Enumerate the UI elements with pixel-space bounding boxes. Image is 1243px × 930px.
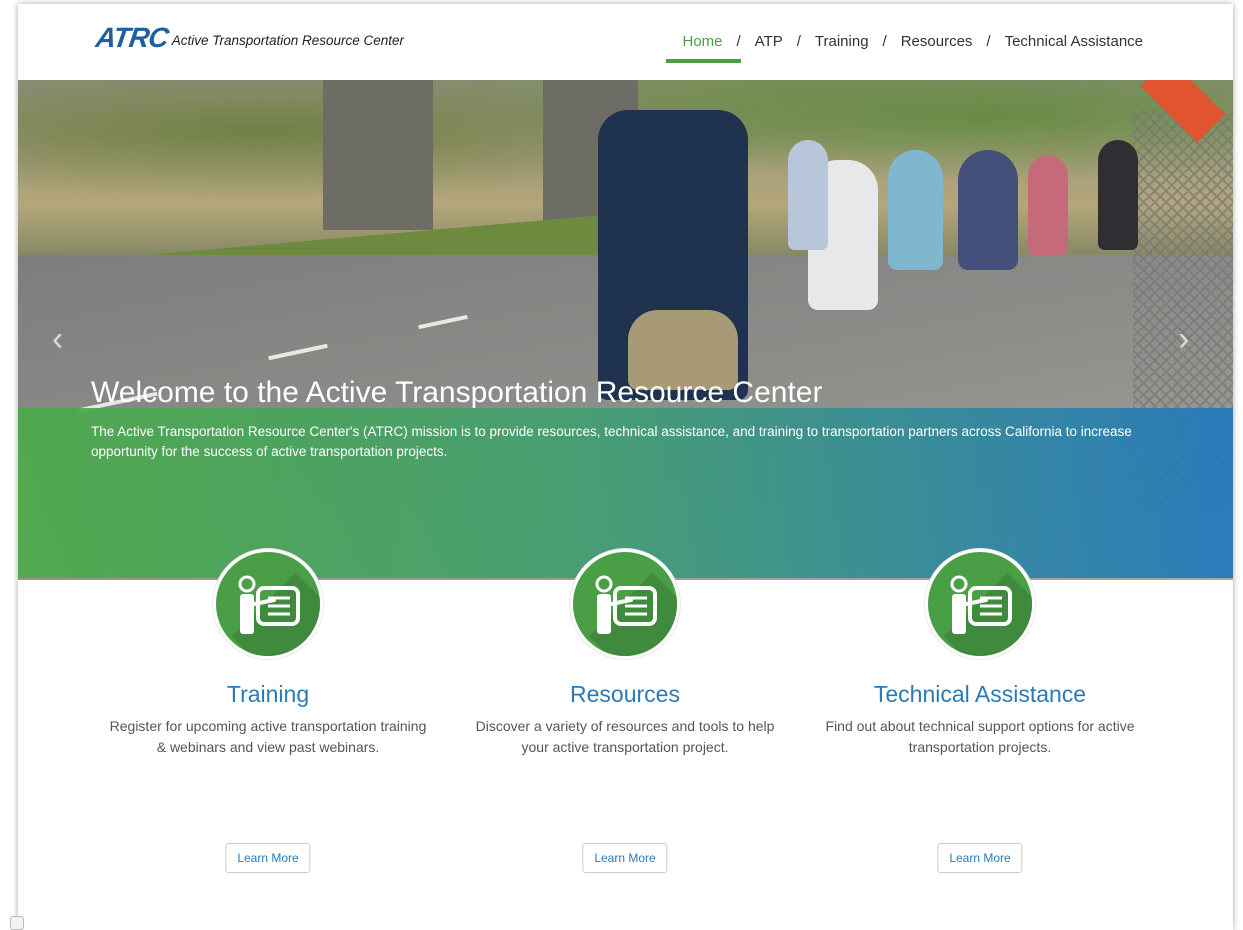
page: ATRC Active Transportation Resource Cent…	[18, 4, 1233, 930]
feature-icon-circle[interactable]	[570, 549, 680, 659]
hero-title: Welcome to the Active Transportation Res…	[91, 376, 823, 409]
logo-mark: ATRC	[93, 22, 170, 53]
feature-card-resources: Resources Discover a variety of resource…	[455, 549, 795, 873]
resize-handle-icon[interactable]	[10, 916, 24, 930]
feature-title[interactable]: Resources	[455, 681, 795, 708]
feature-card-technical-assistance: Technical Assistance Find out about tech…	[810, 549, 1150, 873]
feature-description: Find out about technical support options…	[825, 718, 1135, 755]
nav-item-home[interactable]: Home	[666, 33, 741, 63]
hero-image-cyclist	[788, 140, 828, 250]
nav-separator: /	[882, 33, 887, 50]
carousel-next-icon[interactable]: ›	[1178, 320, 1189, 359]
nav-separator: /	[736, 33, 741, 50]
hero-image-cyclist	[1028, 155, 1068, 255]
nav-item-resources[interactable]: Resources	[901, 33, 973, 50]
site-logo[interactable]: ATRC Active Transportation Resource Cent…	[93, 22, 405, 54]
presenter-board-icon	[595, 575, 657, 634]
learn-more-button[interactable]: Learn More	[225, 843, 311, 873]
logo-text: Active Transportation Resource Center	[171, 32, 405, 48]
hero-image-pillar	[323, 80, 433, 230]
learn-more-button[interactable]: Learn More	[937, 843, 1023, 873]
hero-description: The Active Transportation Resource Cente…	[91, 424, 1132, 459]
site-header: ATRC Active Transportation Resource Cent…	[18, 4, 1233, 80]
feature-description: Discover a variety of resources and tool…	[475, 718, 775, 755]
feature-icon-circle[interactable]	[213, 549, 323, 659]
nav-separator: /	[796, 33, 801, 50]
learn-more-button[interactable]: Learn More	[582, 843, 668, 873]
nav-item-technical-assistance[interactable]: Technical Assistance	[1005, 33, 1143, 50]
nav-item-training[interactable]: Training	[815, 33, 869, 50]
hero-image-cyclist	[958, 150, 1018, 270]
hero-image-cyclist	[1098, 140, 1138, 250]
carousel-prev-icon[interactable]: ‹	[52, 320, 63, 359]
feature-title[interactable]: Technical Assistance	[810, 681, 1150, 708]
features-section: Training Register for upcoming active tr…	[18, 549, 1233, 879]
feature-description: Register for upcoming active transportat…	[109, 718, 427, 755]
hero-carousel: ‹ ›	[18, 80, 1233, 580]
nav-separator: /	[986, 33, 991, 50]
main-nav: Home / ATP / Training / Resources / Tech…	[666, 33, 1143, 63]
presenter-board-icon	[950, 575, 1012, 634]
feature-icon-circle[interactable]	[925, 549, 1035, 659]
feature-title[interactable]: Training	[98, 681, 438, 708]
presenter-board-icon	[238, 575, 300, 634]
hero-image-cyclist	[888, 150, 943, 270]
feature-card-training: Training Register for upcoming active tr…	[98, 549, 438, 873]
nav-item-atp[interactable]: ATP	[755, 33, 783, 50]
